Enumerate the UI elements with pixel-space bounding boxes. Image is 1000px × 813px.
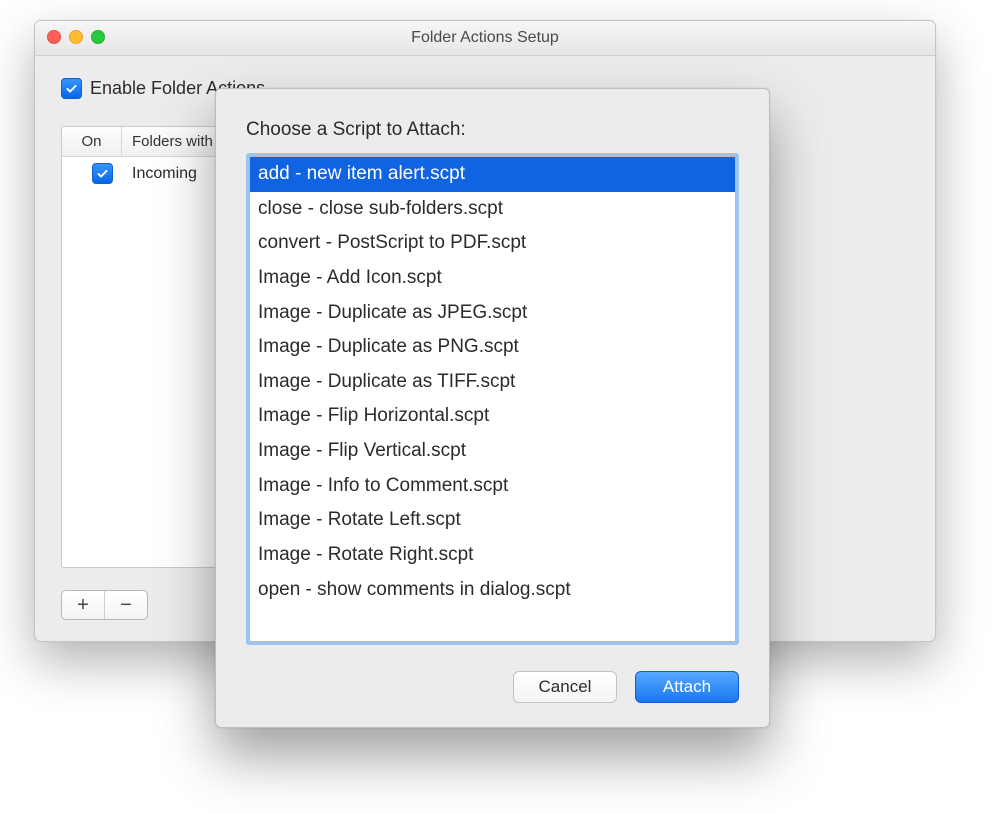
list-item[interactable]: open - show comments in dialog.scpt	[250, 573, 735, 608]
column-header-on[interactable]: On	[62, 127, 122, 156]
list-item[interactable]: Image - Duplicate as PNG.scpt	[250, 330, 735, 365]
list-item[interactable]: Image - Flip Horizontal.scpt	[250, 399, 735, 434]
traffic-lights	[47, 30, 105, 44]
enable-folder-actions-checkbox[interactable]	[61, 78, 82, 99]
plus-icon: +	[77, 595, 89, 615]
titlebar: Folder Actions Setup	[35, 21, 935, 56]
remove-folder-button[interactable]: −	[105, 591, 147, 619]
zoom-icon[interactable]	[91, 30, 105, 44]
minus-icon: −	[120, 595, 132, 615]
list-item[interactable]: Image - Rotate Right.scpt	[250, 538, 735, 573]
attach-button-label: Attach	[663, 677, 711, 697]
cancel-button[interactable]: Cancel	[513, 671, 617, 703]
attach-button[interactable]: Attach	[635, 671, 739, 703]
list-item[interactable]: close - close sub-folders.scpt	[250, 192, 735, 227]
list-item[interactable]: add - new item alert.scpt	[250, 157, 735, 192]
list-item[interactable]: convert - PostScript to PDF.scpt	[250, 226, 735, 261]
add-remove-segmented: + −	[61, 590, 148, 620]
row-checkbox[interactable]	[92, 163, 113, 184]
list-item[interactable]: Image - Duplicate as JPEG.scpt	[250, 296, 735, 331]
list-item[interactable]: Image - Add Icon.scpt	[250, 261, 735, 296]
cancel-button-label: Cancel	[539, 677, 592, 697]
choose-script-sheet: Choose a Script to Attach: add - new ite…	[215, 88, 770, 728]
script-listbox[interactable]: add - new item alert.scptclose - close s…	[249, 156, 736, 642]
add-folder-button[interactable]: +	[62, 591, 105, 619]
list-item[interactable]: Image - Rotate Left.scpt	[250, 503, 735, 538]
window-title: Folder Actions Setup	[35, 21, 935, 55]
list-item[interactable]: Image - Info to Comment.scpt	[250, 469, 735, 504]
script-listbox-focus-ring: add - new item alert.scptclose - close s…	[246, 153, 739, 645]
list-item[interactable]: Image - Flip Vertical.scpt	[250, 434, 735, 469]
sheet-title: Choose a Script to Attach:	[246, 119, 739, 141]
list-item[interactable]: Image - Duplicate as TIFF.scpt	[250, 365, 735, 400]
minimize-icon[interactable]	[69, 30, 83, 44]
close-icon[interactable]	[47, 30, 61, 44]
